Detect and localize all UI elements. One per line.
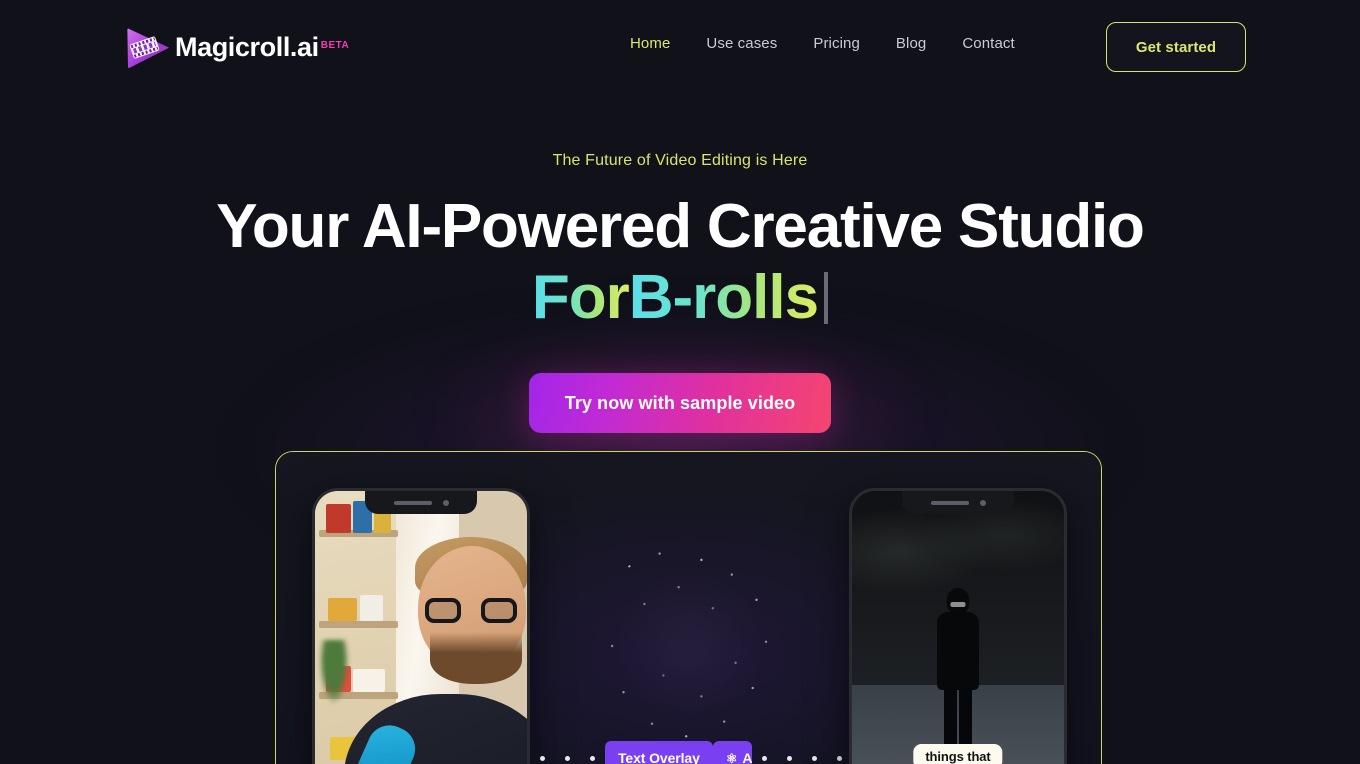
- ai-processing-timeline: Text Overlay ⚛ A: [530, 488, 849, 764]
- output-video-screen: things that: [852, 491, 1064, 764]
- timeline-chip-label: Text Overlay: [618, 750, 700, 764]
- video-caption: things that: [913, 744, 1003, 764]
- hero-section: The Future of Video Editing is Here Your…: [0, 150, 1360, 433]
- podcast-scene: [315, 491, 527, 764]
- camera-icon: [979, 499, 986, 506]
- timeline-dot: [812, 755, 818, 761]
- hero-headline-line2: For B-rolls: [0, 266, 1360, 330]
- source-video-screen: [315, 491, 527, 764]
- nav-item-use-cases[interactable]: Use cases: [688, 35, 795, 52]
- page-root: Magicroll.ai BETA Home Use cases Pricing …: [0, 0, 1360, 764]
- nav-item-home[interactable]: Home: [630, 35, 688, 52]
- timeline-dot: [540, 755, 545, 761]
- source-video-phone[interactable]: [312, 488, 530, 764]
- broll-scene: [852, 491, 1064, 764]
- brand-logo[interactable]: Magicroll.ai BETA: [124, 24, 349, 76]
- timeline-chip-label: A: [742, 750, 753, 764]
- nav-item-blog[interactable]: Blog: [878, 35, 944, 52]
- phone-notch-left: [365, 491, 477, 514]
- timeline-dot: [762, 755, 768, 761]
- phone-notch-right: [902, 491, 1014, 514]
- main-nav: Home Use cases Pricing Blog Contact: [630, 35, 1033, 52]
- speaker-icon: [930, 500, 969, 505]
- timeline-dot: [565, 755, 570, 761]
- timeline-chip-ai[interactable]: ⚛ A: [712, 741, 753, 764]
- camera-icon: [442, 499, 449, 506]
- get-started-button[interactable]: Get started: [1106, 22, 1246, 72]
- brand-name: Magicroll.ai BETA: [175, 24, 349, 70]
- timeline-dot: [837, 755, 843, 761]
- sparkle-ai-icon: ⚛: [725, 750, 738, 764]
- typing-caret-icon: [824, 272, 829, 324]
- timeline-dot: [590, 755, 595, 761]
- output-video-phone[interactable]: things that: [849, 488, 1067, 764]
- beta-badge: BETA: [320, 40, 350, 51]
- hero-eyebrow: The Future of Video Editing is Here: [552, 152, 808, 169]
- timeline-dot: [787, 755, 793, 761]
- demo-preview-panel: Text Overlay ⚛ A things that: [275, 451, 1102, 764]
- nav-item-contact[interactable]: Contact: [944, 35, 1032, 52]
- site-header: Magicroll.ai BETA Home Use cases Pricing …: [0, 0, 1360, 95]
- timeline-track: Text Overlay ⚛ A: [530, 738, 849, 764]
- hero-headline-line1: Your AI-Powered Creative Studio: [216, 192, 1145, 261]
- try-sample-video-button[interactable]: Try now with sample video: [529, 373, 831, 433]
- ai-particle-burst-icon: [594, 541, 785, 751]
- timeline-chip-text-overlay[interactable]: Text Overlay: [605, 741, 713, 764]
- speaker-icon: [393, 500, 432, 505]
- hero-cta-wrap: Try now with sample video: [0, 373, 1360, 433]
- nav-item-pricing[interactable]: Pricing: [795, 35, 878, 52]
- hero-headline-typed-word: B-rolls: [628, 263, 819, 332]
- play-film-logo-icon: [124, 25, 170, 71]
- hero-headline-prefix: For: [531, 263, 630, 332]
